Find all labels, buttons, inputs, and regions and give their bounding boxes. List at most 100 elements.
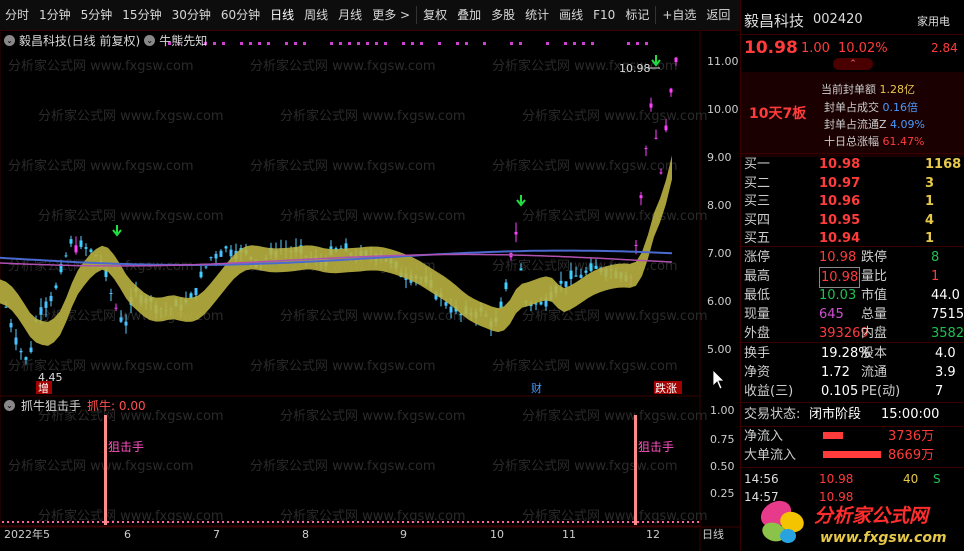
net-inflow-label: 净流入 <box>744 429 784 444</box>
sub-signal-dot <box>422 521 424 523</box>
sub-signal-dot <box>417 521 419 523</box>
toolbar-item[interactable]: 更多 > <box>367 0 415 30</box>
candle-body <box>119 317 123 322</box>
fund-label: 收益(三) <box>744 384 794 399</box>
watermark-text: 分析家公式网 www.fxgsw.com <box>522 208 708 224</box>
toolbar-item[interactable]: 叠加 <box>452 0 486 30</box>
toolbar-item[interactable]: 画线 <box>554 0 588 30</box>
toolbar-item[interactable]: 周线 <box>299 0 333 30</box>
candle-body <box>114 307 118 309</box>
sub-signal-dot <box>147 521 149 523</box>
buy-price: 10.95 <box>819 212 861 228</box>
sub-signal-dot <box>577 521 579 523</box>
sub-signal-dot <box>587 521 589 523</box>
sub-signal-dot <box>682 521 684 523</box>
date-axis-label: 6 <box>124 528 131 541</box>
toolbar-item[interactable]: 返回 <box>701 0 735 30</box>
price-axis-label: 7.00 <box>707 247 732 260</box>
sub-signal-dot <box>127 521 129 523</box>
sub-signal-dot <box>572 521 574 523</box>
toolbar-item[interactable]: 统计 <box>520 0 554 30</box>
toolbar-item[interactable]: +自选 <box>657 0 701 30</box>
candle-body <box>84 247 88 249</box>
sub-signal-dot <box>642 521 644 523</box>
sub-signal-dot <box>522 521 524 523</box>
sub-signal-dot <box>517 521 519 523</box>
stock-chart-title: 毅昌科技(日线 前复权) <box>19 34 141 48</box>
watermark-text: 分析家公式网 www.fxgsw.com <box>38 108 224 124</box>
sub-signal-dot <box>7 521 9 523</box>
sub-signal-dot <box>637 521 639 523</box>
signal-dot <box>285 42 288 45</box>
net-inflow: 3736万 <box>888 429 935 444</box>
main-indicator-name[interactable]: 牛熊先知 <box>159 32 207 49</box>
toolbar-item[interactable]: 15分钟 <box>117 0 166 30</box>
signal-dot <box>267 42 270 45</box>
stock-name: 毅昌科技 <box>744 12 805 30</box>
expand-icon[interactable]: ⌃ <box>833 58 873 70</box>
toolbar-item[interactable]: 日线 <box>265 0 299 30</box>
buy-row[interactable]: 买三 10.96 1 <box>741 192 964 211</box>
sub-signal-dot <box>307 521 309 523</box>
date-axis-label: 10 <box>490 528 504 541</box>
candle-body <box>24 357 28 360</box>
stat-label: 涨停 <box>744 250 771 265</box>
sub-signal-dot <box>312 521 314 523</box>
stat-value: 10.03 <box>819 288 857 303</box>
toolbar-item[interactable]: F10 <box>588 0 620 30</box>
event-tag-zeng: 增 <box>38 381 49 395</box>
candle-body <box>194 288 198 296</box>
industry-tag[interactable]: 家用电 <box>917 13 950 29</box>
toolbar-item[interactable]: 60分钟 <box>216 0 265 30</box>
toolbar-item[interactable]: 30分钟 <box>167 0 216 30</box>
price-axis-label: 10.00 <box>707 103 739 116</box>
toolbar-item[interactable]: 分时 <box>0 0 34 30</box>
collapse-icon[interactable]: ⌄ <box>4 35 15 46</box>
sub-signal-dot <box>152 521 154 523</box>
sub-signal-dot <box>297 521 299 523</box>
fund-row: 换手 19.28% 股本 4.0 <box>741 344 964 363</box>
signal-dot <box>573 42 576 45</box>
toolbar-item[interactable]: 5分钟 <box>76 0 118 30</box>
stats-row: 涨停 10.98 跌停 8 <box>741 248 964 267</box>
sub-signal-dot <box>222 521 224 523</box>
signal-dot <box>249 42 252 45</box>
toolbar-item[interactable]: 多股 <box>486 0 520 30</box>
collapse-icon[interactable]: ⌄ <box>4 400 15 411</box>
fund-label: 流通 <box>861 365 888 380</box>
sub-indicator-name[interactable]: 抓牛狙击手 <box>21 397 81 414</box>
sub-signal-dot <box>277 521 279 523</box>
buy-row[interactable]: 买二 10.97 3 <box>741 174 964 193</box>
candle-body <box>644 148 648 150</box>
buy-row[interactable]: 买四 10.95 4 <box>741 211 964 230</box>
candle-body <box>634 245 638 246</box>
toolbar-item[interactable]: 复权 <box>418 0 452 30</box>
candle-body <box>579 274 583 278</box>
sub-signal-dot <box>432 521 434 523</box>
candle-body <box>124 321 128 326</box>
sub-signal-dot <box>597 521 599 523</box>
price-axis-label: 9.00 <box>707 151 732 164</box>
toolbar-item[interactable]: 1分钟 <box>34 0 76 30</box>
signal-dot <box>384 42 387 45</box>
sub-signal-dot <box>457 521 459 523</box>
buy-label: 买四 <box>744 212 771 228</box>
stats-row: 最高 10.98 量比 1 <box>741 267 964 288</box>
stats-row: 外盘 393269 内盘 3582 <box>741 324 964 343</box>
date-axis-label: 9 <box>400 528 407 541</box>
seal-float: 4.09% <box>890 118 925 131</box>
stat-label: 最高 <box>744 269 771 284</box>
stat-label: 外盘 <box>744 326 771 341</box>
sub-signal-dot <box>52 521 54 523</box>
sub-signal-dot <box>207 521 209 523</box>
sub-signal-dot <box>462 521 464 523</box>
collapse-icon[interactable]: ⌄ <box>144 35 156 46</box>
candle-body <box>589 263 593 271</box>
buy-row[interactable]: 买一 10.98 1168 <box>741 155 964 174</box>
logo-text: 分析家公式网 <box>814 505 931 527</box>
buy-row[interactable]: 买五 10.94 1 <box>741 229 964 248</box>
candle-body <box>564 281 568 287</box>
toolbar-item[interactable]: 标记 <box>620 0 654 30</box>
toolbar-item[interactable]: 月线 <box>333 0 367 30</box>
kline-chart[interactable]: 分析家公式网 www.fxgsw.com 分析家公式网 www.fxgsw.com… <box>0 30 740 551</box>
